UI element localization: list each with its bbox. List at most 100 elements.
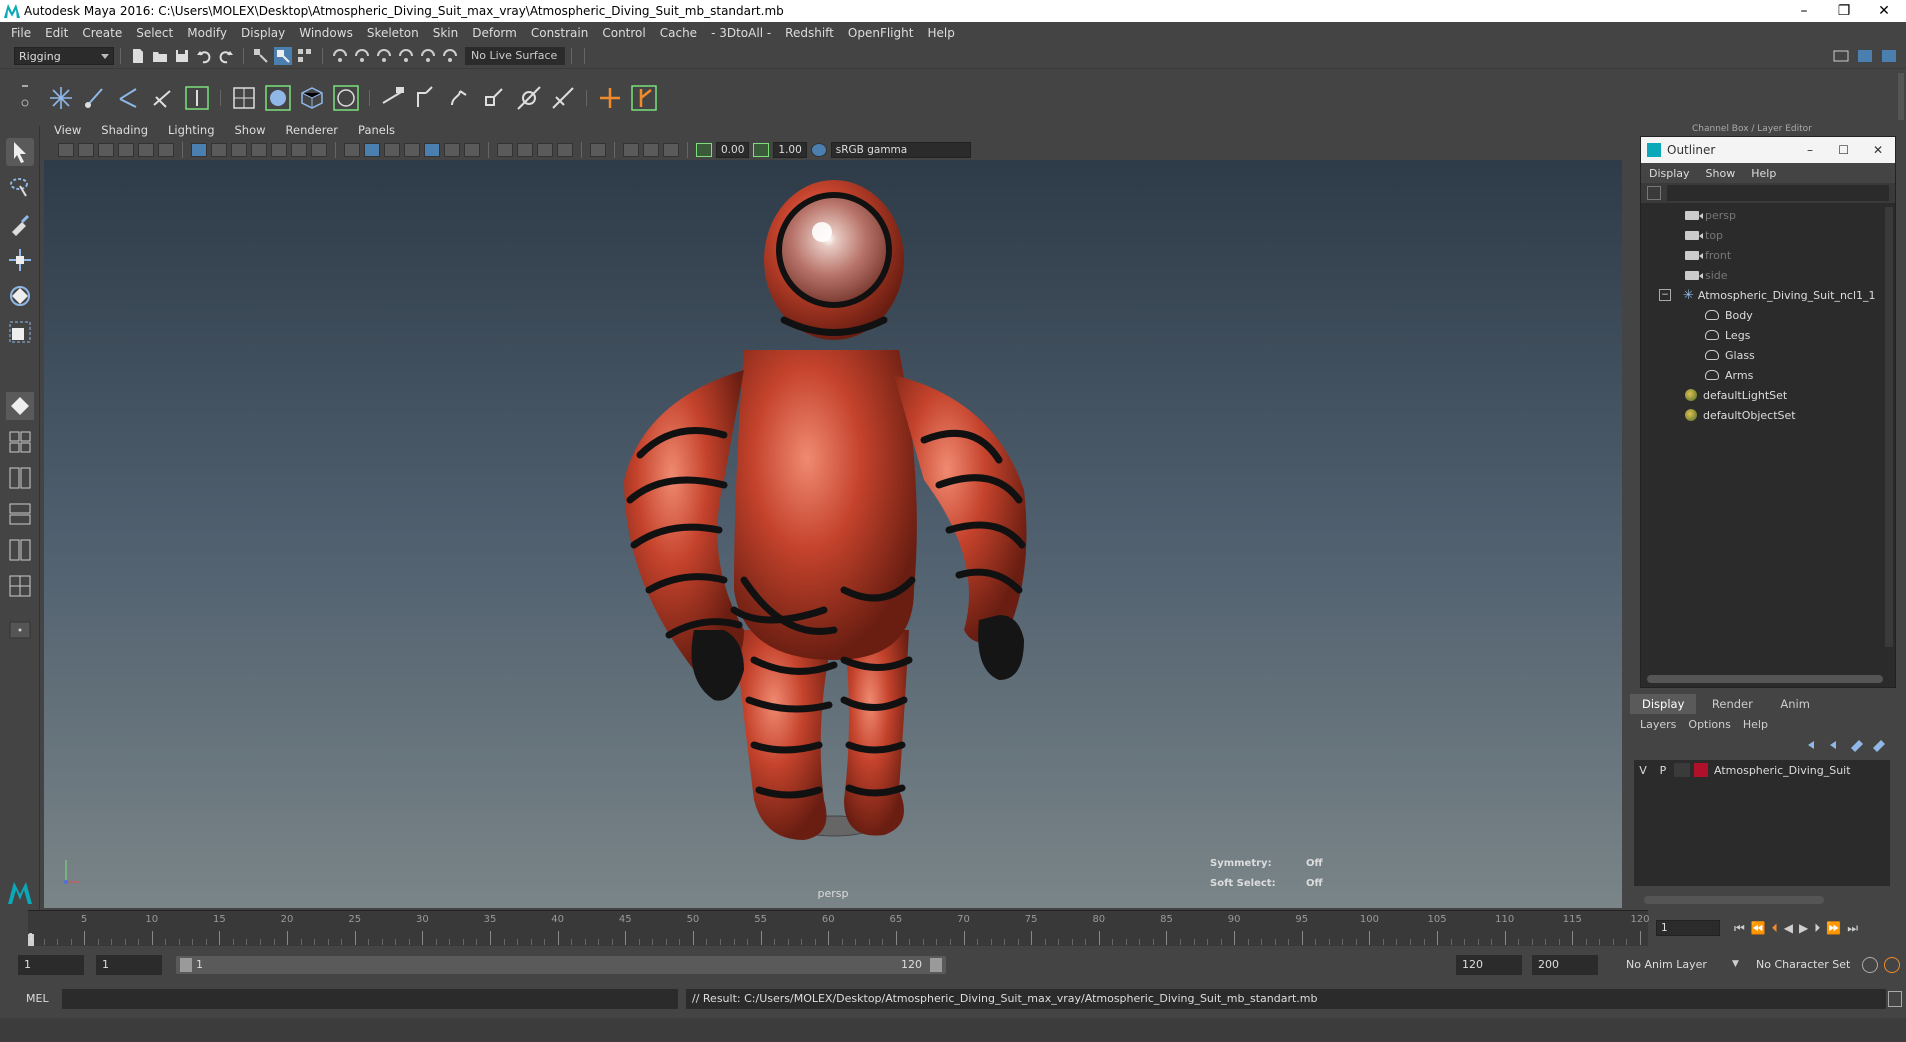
outliner-item-side[interactable]: side xyxy=(1641,265,1895,285)
play-forwards-icon[interactable]: ▶ xyxy=(1799,921,1808,935)
snap-view-icon[interactable] xyxy=(397,47,415,65)
motion-blur-icon[interactable] xyxy=(517,143,533,157)
go-to-end-icon[interactable]: ⏭ xyxy=(1847,921,1858,936)
current-frame-field[interactable]: 1 xyxy=(1656,920,1720,936)
step-forward-key-icon[interactable]: ⏩ xyxy=(1826,921,1841,935)
mirror-joint-icon[interactable] xyxy=(182,83,212,113)
menu-help[interactable]: Help xyxy=(920,26,961,40)
select-object-icon[interactable] xyxy=(274,47,292,65)
snap-surface-icon[interactable] xyxy=(419,47,437,65)
textured-icon[interactable] xyxy=(424,143,440,157)
open-scene-icon[interactable] xyxy=(151,47,169,65)
menu-deform[interactable]: Deform xyxy=(465,26,524,40)
outliner-menu-help[interactable]: Help xyxy=(1743,167,1784,180)
exposure-icon[interactable] xyxy=(696,143,712,157)
step-back-key-icon[interactable]: ⏪ xyxy=(1751,921,1766,935)
wireframe-icon[interactable] xyxy=(344,143,360,157)
ik-spline-icon[interactable] xyxy=(114,83,144,113)
outliner-item-body[interactable]: Body xyxy=(1641,305,1895,325)
create-handle-icon[interactable] xyxy=(595,83,625,113)
menu-control[interactable]: Control xyxy=(595,26,652,40)
save-scene-icon[interactable] xyxy=(173,47,191,65)
shelf-scrollbar[interactable] xyxy=(1898,73,1904,123)
collapse-toggle-icon[interactable]: − xyxy=(1659,289,1671,301)
film-gate-icon[interactable] xyxy=(211,143,227,157)
live-surface-field[interactable]: No Live Surface xyxy=(465,47,565,65)
outliner-hscrollbar[interactable] xyxy=(1647,675,1883,683)
layout-outliner-persp-icon[interactable] xyxy=(6,536,34,564)
toggle-panels-icon[interactable] xyxy=(1832,47,1850,65)
exposure-field[interactable]: 0.00 xyxy=(716,142,750,158)
isolate-select-icon[interactable] xyxy=(590,143,606,157)
menu-select[interactable]: Select xyxy=(129,26,180,40)
layer-color-swatch[interactable] xyxy=(1694,763,1708,777)
xray-components-icon[interactable] xyxy=(663,143,679,157)
layer-type-toggle[interactable] xyxy=(1674,763,1690,777)
outliner-search-input[interactable] xyxy=(1667,185,1889,201)
range-end-handle[interactable] xyxy=(930,958,942,972)
panel-menu-renderer[interactable]: Renderer xyxy=(276,123,349,137)
panel-menu-view[interactable]: View xyxy=(44,123,91,137)
outliner-item-front[interactable]: front xyxy=(1641,245,1895,265)
new-layer-from-selection-icon[interactable] xyxy=(1870,736,1888,754)
camera-attributes-icon[interactable] xyxy=(78,143,94,157)
pole-vector-icon[interactable] xyxy=(548,83,578,113)
safe-action-icon[interactable] xyxy=(291,143,307,157)
tab-render[interactable]: Render xyxy=(1700,694,1765,714)
depth-of-field-icon[interactable] xyxy=(557,143,573,157)
menu-create[interactable]: Create xyxy=(75,26,129,40)
color-management-icon[interactable] xyxy=(810,143,827,157)
outliner-minimize-button[interactable]: – xyxy=(1807,143,1813,157)
mirror-handle-icon[interactable] xyxy=(629,83,659,113)
menu-openflight[interactable]: OpenFlight xyxy=(841,26,921,40)
new-empty-layer-icon[interactable] xyxy=(1848,736,1866,754)
wireframe-on-shaded-icon[interactable] xyxy=(404,143,420,157)
playback-end-field[interactable]: 120 xyxy=(1456,955,1522,975)
anim-layer-dropdown[interactable]: No Anim Layer xyxy=(1620,955,1730,975)
scale-tool-icon[interactable] xyxy=(6,318,34,346)
select-tool-icon[interactable] xyxy=(6,138,34,166)
outliner-maximize-button[interactable]: ☐ xyxy=(1838,143,1849,157)
xray-icon[interactable] xyxy=(623,143,639,157)
outliner-vscrollbar[interactable] xyxy=(1885,207,1893,647)
lasso-tool-icon[interactable] xyxy=(6,174,34,202)
layer-visibility-toggle[interactable]: V xyxy=(1634,764,1652,777)
panel-menu-lighting[interactable]: Lighting xyxy=(158,123,224,137)
scale-constraint-icon[interactable] xyxy=(480,83,510,113)
snap-point-icon[interactable] xyxy=(375,47,393,65)
layer-menu-options[interactable]: Options xyxy=(1682,718,1736,731)
camera-select-icon[interactable] xyxy=(58,143,74,157)
grease-pencil-icon[interactable] xyxy=(158,143,174,157)
menu-modify[interactable]: Modify xyxy=(180,26,234,40)
point-constraint-icon[interactable] xyxy=(446,83,476,113)
shelf-menu-icon[interactable] xyxy=(20,79,30,115)
menu-3dtoall[interactable]: - 3DtoAll - xyxy=(704,26,778,40)
menu-windows[interactable]: Windows xyxy=(292,26,360,40)
layout-four-view-icon[interactable] xyxy=(6,428,34,456)
redo-icon[interactable] xyxy=(217,47,235,65)
script-language-toggle[interactable]: MEL xyxy=(26,992,49,1005)
multisample-aa-icon[interactable] xyxy=(537,143,553,157)
screen-space-ao-icon[interactable] xyxy=(497,143,513,157)
snap-grid-icon[interactable] xyxy=(331,47,349,65)
use-all-lights-icon[interactable] xyxy=(444,143,460,157)
diving-suit-model[interactable] xyxy=(44,160,1622,908)
image-plane-icon[interactable] xyxy=(118,143,134,157)
range-start-handle[interactable] xyxy=(180,958,192,972)
menu-file[interactable]: File xyxy=(4,26,38,40)
outliner-item-defaultlightset[interactable]: defaultLightSet xyxy=(1641,385,1895,405)
filter-icon[interactable] xyxy=(1647,186,1661,200)
layer-playback-toggle[interactable]: P xyxy=(1652,764,1674,777)
panel-menu-show[interactable]: Show xyxy=(225,123,276,137)
preferences-icon[interactable] xyxy=(1884,957,1900,973)
layout-side-by-side-icon[interactable] xyxy=(6,464,34,492)
lattice-icon[interactable] xyxy=(297,83,327,113)
insert-joint-icon[interactable] xyxy=(148,83,178,113)
move-tool-icon[interactable] xyxy=(6,246,34,274)
select-hierarchy-icon[interactable] xyxy=(252,47,270,65)
rotate-tool-icon[interactable] xyxy=(6,282,34,310)
2d-pan-zoom-icon[interactable] xyxy=(138,143,154,157)
play-backwards-icon[interactable]: ◀ xyxy=(1784,921,1793,935)
snap-live-icon[interactable] xyxy=(441,47,459,65)
joint-tool-icon[interactable] xyxy=(46,83,76,113)
